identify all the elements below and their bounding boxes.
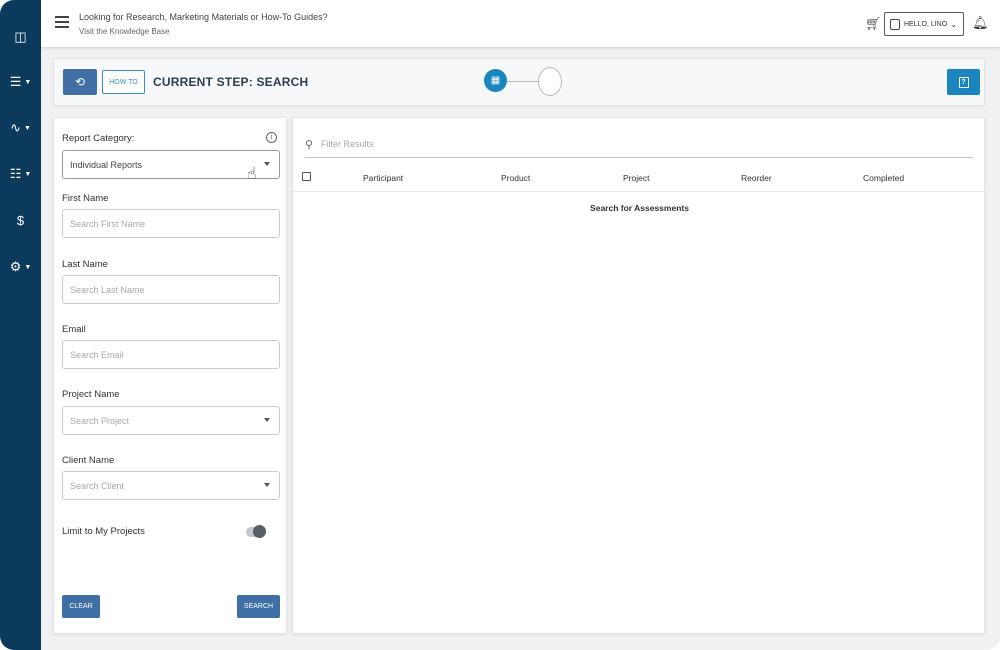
- id-badge-icon: [890, 18, 900, 30]
- help-button[interactable]: ?: [947, 69, 980, 95]
- step-connector: [507, 81, 540, 82]
- top-bar: Looking for Research, Marketing Material…: [41, 0, 1000, 48]
- caret-down-icon: ▼: [24, 78, 32, 86]
- user-greeting: HELLO, LINO: [904, 20, 948, 28]
- email-label: Email: [62, 324, 86, 335]
- cart-icon[interactable]: 🛒︎: [865, 16, 882, 32]
- clear-button[interactable]: CLEAR: [62, 595, 100, 618]
- last-name-input[interactable]: Search Last Name: [62, 275, 280, 304]
- app-window: ◫ ☰ ▼ ∿ ▼ ☷ ▼ $ ⚙ ▼ Looking for Research, Ma…: [0, 0, 1000, 650]
- search-filter-panel: Report Category: i Individual Reports ☝︎…: [53, 117, 287, 634]
- mouse-cursor-icon: ☝︎: [247, 166, 257, 183]
- caret-down-icon: ▼: [24, 263, 32, 271]
- knowledge-base-prompt[interactable]: Looking for Research, Marketing Material…: [79, 12, 328, 22]
- caret-down-icon: ▼: [24, 170, 32, 178]
- refresh-icon: ⟲: [74, 75, 86, 89]
- email-input[interactable]: Search Email: [62, 340, 280, 369]
- chevron-down-icon: ⌄: [950, 19, 957, 29]
- search-button[interactable]: SEARCH: [237, 595, 280, 618]
- results-table-header: Participant Product Project Reorder Comp…: [293, 168, 986, 192]
- toggle-knob: [253, 525, 266, 538]
- client-name-label: Client Name: [62, 455, 115, 466]
- client-name-select[interactable]: Search Client: [62, 471, 280, 500]
- filter-results-input[interactable]: Filter Results: [321, 139, 374, 149]
- current-step-label: CURRENT STEP: SEARCH: [153, 75, 309, 89]
- select-all-checkbox[interactable]: [302, 172, 311, 181]
- reset-button[interactable]: ⟲: [63, 69, 97, 95]
- caret-down-icon: ▼: [23, 124, 31, 132]
- step-search-indicator[interactable]: ▦: [484, 69, 507, 92]
- empty-results-message: Search for Assessments: [590, 203, 689, 213]
- project-name-label: Project Name: [62, 389, 120, 400]
- step-next-indicator[interactable]: [538, 67, 562, 96]
- grid-icon: ▦: [490, 75, 501, 86]
- limit-to-my-projects-label: Limit to My Projects: [62, 526, 145, 537]
- help-icon: ?: [958, 76, 969, 88]
- nav-rail: ◫ ☰ ▼ ∿ ▼ ☷ ▼ $ ⚙ ▼: [0, 0, 41, 650]
- column-header-completed[interactable]: Completed: [863, 173, 904, 183]
- column-header-reorder[interactable]: Reorder: [741, 173, 772, 183]
- filter-results-field[interactable]: ⚲ Filter Results: [305, 136, 973, 158]
- dropdown-arrow-icon: [264, 418, 270, 422]
- menu-icon[interactable]: [55, 16, 69, 30]
- results-panel: ⚲ Filter Results Participant Product Pro…: [292, 117, 986, 634]
- project-name-select[interactable]: Search Project: [62, 406, 280, 435]
- column-header-product[interactable]: Product: [501, 173, 530, 183]
- limit-to-my-projects-toggle[interactable]: [246, 525, 266, 538]
- analytics-icon[interactable]: ∿ ▼: [0, 114, 41, 142]
- dropdown-arrow-icon: [264, 162, 270, 166]
- last-name-label: Last Name: [62, 259, 108, 270]
- user-menu-button[interactable]: HELLO, LINO ⌄: [884, 12, 964, 36]
- knowledge-base-link[interactable]: Visit the Knowledge Base: [79, 27, 170, 36]
- step-bar: ⟲ HOW TO CURRENT STEP: SEARCH ▦ ?: [53, 58, 985, 106]
- billing-icon[interactable]: $: [0, 206, 41, 234]
- how-to-button[interactable]: HOW TO: [102, 70, 145, 94]
- apps-icon[interactable]: ☷ ▼: [0, 160, 41, 188]
- dashboard-icon[interactable]: ◫: [0, 23, 41, 51]
- settings-icon[interactable]: ⚙ ▼: [0, 253, 41, 281]
- first-name-input[interactable]: Search First Name: [62, 209, 280, 238]
- column-header-project[interactable]: Project: [623, 173, 649, 183]
- reports-icon[interactable]: ☰ ▼: [0, 68, 41, 96]
- report-category-label: Report Category:: [62, 133, 135, 144]
- info-icon[interactable]: i: [266, 132, 277, 143]
- search-icon: ⚲: [305, 139, 314, 151]
- dropdown-arrow-icon: [264, 483, 270, 487]
- first-name-label: First Name: [62, 193, 109, 204]
- column-header-participant[interactable]: Participant: [363, 173, 403, 183]
- bell-icon[interactable]: 🔔︎: [972, 15, 989, 31]
